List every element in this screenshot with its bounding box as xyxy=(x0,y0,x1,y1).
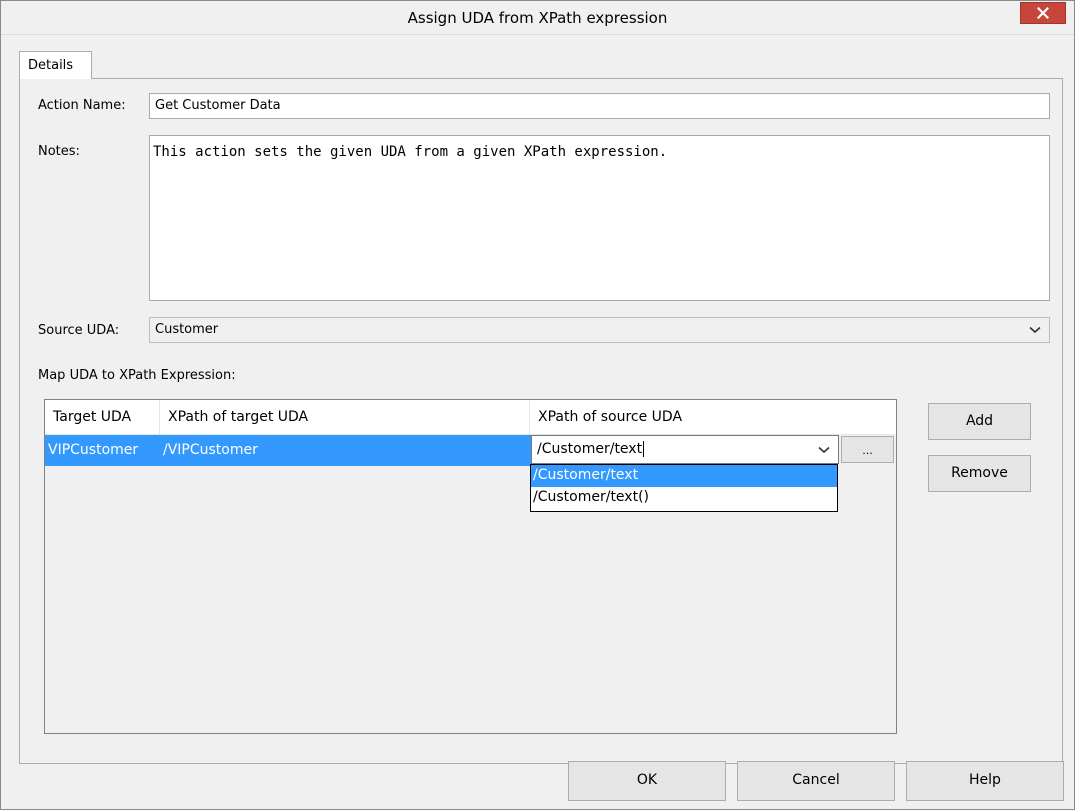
action-name-label: Action Name: xyxy=(38,98,126,113)
source-uda-select[interactable]: Customer xyxy=(149,317,1050,343)
title-bar[interactable]: Assign UDA from XPath expression xyxy=(1,1,1074,35)
dialog-window: Assign UDA from XPath expression Details… xyxy=(0,0,1075,810)
mapping-grid[interactable]: Target UDA XPath of target UDA XPath of … xyxy=(44,399,897,734)
window-title: Assign UDA from XPath expression xyxy=(407,9,668,27)
close-button[interactable] xyxy=(1020,2,1066,24)
tab-details[interactable]: Details xyxy=(19,51,92,79)
xpath-dropdown-list[interactable]: /Customer/text /Customer/text() xyxy=(530,464,838,512)
browse-xpath-button[interactable]: ... xyxy=(841,436,894,463)
close-icon xyxy=(1037,7,1049,19)
dropdown-option[interactable]: /Customer/text xyxy=(531,465,837,487)
notes-label: Notes: xyxy=(38,144,80,159)
map-uda-label: Map UDA to XPath Expression: xyxy=(38,368,236,383)
column-header-xpath-source[interactable]: XPath of source UDA xyxy=(530,400,896,435)
cell-xpath-target[interactable]: /VIPCustomer xyxy=(160,435,531,466)
help-button[interactable]: Help xyxy=(906,761,1064,801)
dropdown-option[interactable]: /Customer/text() xyxy=(531,487,837,509)
column-header-target-uda[interactable]: Target UDA xyxy=(45,400,160,435)
chevron-down-icon xyxy=(1029,326,1041,334)
text-cursor xyxy=(643,441,645,457)
table-row[interactable]: VIPCustomer /VIPCustomer /Customer/text … xyxy=(45,435,896,466)
grid-header: Target UDA XPath of target UDA XPath of … xyxy=(45,400,896,435)
source-uda-value: Customer xyxy=(155,322,219,337)
column-header-xpath-target[interactable]: XPath of target UDA xyxy=(160,400,530,435)
cell-target-uda[interactable]: VIPCustomer xyxy=(45,435,160,466)
ok-button[interactable]: OK xyxy=(568,761,726,801)
xpath-source-input[interactable]: /Customer/text xyxy=(537,441,642,457)
xpath-source-edit-combo[interactable]: /Customer/text xyxy=(531,435,839,464)
chevron-down-icon xyxy=(818,446,830,453)
remove-button[interactable]: Remove xyxy=(928,455,1031,492)
source-uda-label: Source UDA: xyxy=(38,323,120,338)
notes-field[interactable]: This action sets the given UDA from a gi… xyxy=(149,135,1050,301)
action-name-field[interactable]: Get Customer Data xyxy=(149,93,1050,119)
cancel-button[interactable]: Cancel xyxy=(737,761,895,801)
add-button[interactable]: Add xyxy=(928,403,1031,440)
